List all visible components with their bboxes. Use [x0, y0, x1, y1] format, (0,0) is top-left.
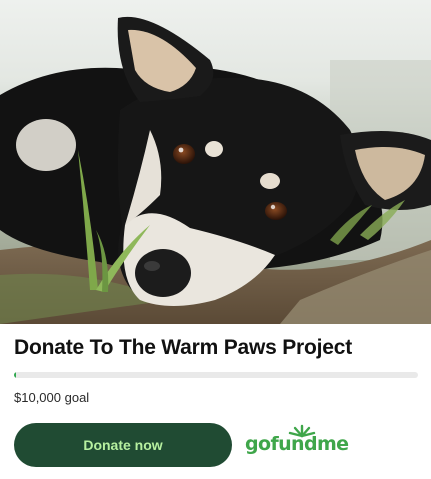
gofundme-logo[interactable]: gofundme	[245, 424, 349, 462]
fundraiser-card[interactable]: Donate To The Warm Paws Project $10,000 …	[0, 0, 431, 479]
logo-wordmark: gofundme	[245, 433, 349, 455]
donation-progress-bar	[14, 372, 418, 378]
goal-amount: $10,000 goal	[14, 390, 90, 405]
campaign-title[interactable]: Donate To The Warm Paws Project	[14, 336, 352, 360]
hero-dog-photo[interactable]	[0, 0, 431, 324]
donate-now-button[interactable]: Donate now	[14, 423, 232, 467]
donation-progress-fill	[14, 372, 17, 378]
